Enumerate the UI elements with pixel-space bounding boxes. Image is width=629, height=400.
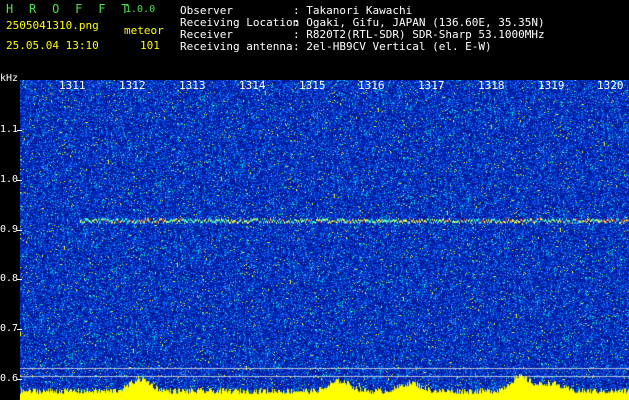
y-tick-label: 0.9 xyxy=(0,224,19,235)
y-tick-label: 0.7 xyxy=(0,323,19,334)
x-tick-label: 1317 xyxy=(418,79,445,92)
file-datetime: 25.05.04 13:10 xyxy=(6,39,99,52)
detection-kind: meteor xyxy=(124,24,164,37)
y-tick-label: 1.1 xyxy=(0,124,19,135)
y-tick-label: 1.0 xyxy=(0,174,19,185)
x-tick-label: 1320 xyxy=(597,79,624,92)
y-tick-label: 0.8 xyxy=(0,273,19,284)
x-tick-label: 1315 xyxy=(299,79,326,92)
y-tick-mark xyxy=(17,180,22,181)
x-tick-label: 1314 xyxy=(239,79,266,92)
detection-count: 101 xyxy=(140,39,160,52)
y-tick-mark xyxy=(17,379,22,380)
y-tick-mark xyxy=(17,279,22,280)
info-value-antenna: : 2el-HB9CV Vertical (el. E-W) xyxy=(293,40,492,53)
app-version: 1.0.0 xyxy=(125,4,156,15)
file-name: 2505041310.png xyxy=(6,19,99,32)
x-tick-label: 1313 xyxy=(179,79,206,92)
app-title: H R O F F T xyxy=(6,2,133,16)
spectrogram[interactable] xyxy=(20,80,629,400)
y-tick-label: 0.6 xyxy=(0,373,19,384)
y-tick-mark xyxy=(17,230,22,231)
spectrogram-canvas xyxy=(20,80,629,400)
x-tick-label: 1318 xyxy=(478,79,505,92)
y-axis-unit: kHz xyxy=(0,73,19,84)
y-tick-mark xyxy=(17,329,22,330)
x-tick-label: 1311 xyxy=(59,79,86,92)
x-tick-label: 1316 xyxy=(358,79,385,92)
x-tick-label: 1319 xyxy=(538,79,565,92)
x-tick-label: 1312 xyxy=(119,79,146,92)
y-tick-mark xyxy=(17,130,22,131)
info-label-antenna: Receiving antenna xyxy=(180,40,293,53)
